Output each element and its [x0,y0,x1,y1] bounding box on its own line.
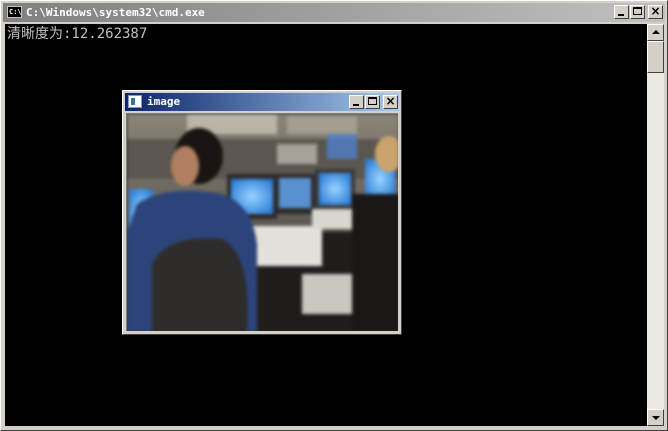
scroll-down-icon [652,416,660,420]
scroll-thumb[interactable] [647,41,664,73]
window-icon[interactable] [128,95,142,108]
maximize-icon [633,7,642,15]
maximize-button[interactable] [630,5,645,19]
console-title: C:\Windows\system32\cmd.exe [26,6,205,19]
blurred-office-photo [127,114,398,331]
console-output-line: 清晰度为:12.262387 [7,26,148,42]
minimize-icon [618,14,624,16]
maximize-icon [368,97,377,105]
minimize-icon [353,104,359,106]
close-icon: × [650,4,661,18]
close-button[interactable]: × [648,4,663,19]
image-display[interactable] [126,113,398,331]
close-icon: × [385,94,396,108]
image-minimize-button[interactable] [349,95,364,109]
scroll-up-icon [652,30,660,34]
image-close-button[interactable]: × [383,94,398,109]
console-titlebar[interactable]: C:\ C:\Windows\system32\cmd.exe × [3,3,665,22]
image-maximize-button[interactable] [365,95,380,109]
scroll-down-button[interactable] [647,409,664,426]
image-titlebar[interactable]: image × [125,93,399,111]
vertical-scrollbar[interactable] [647,24,664,426]
image-window: image × [122,90,402,335]
minimize-button[interactable] [614,5,629,19]
cmd-icon[interactable]: C:\ [7,6,22,18]
scroll-up-button[interactable] [647,24,664,41]
image-window-title: image [147,95,181,108]
